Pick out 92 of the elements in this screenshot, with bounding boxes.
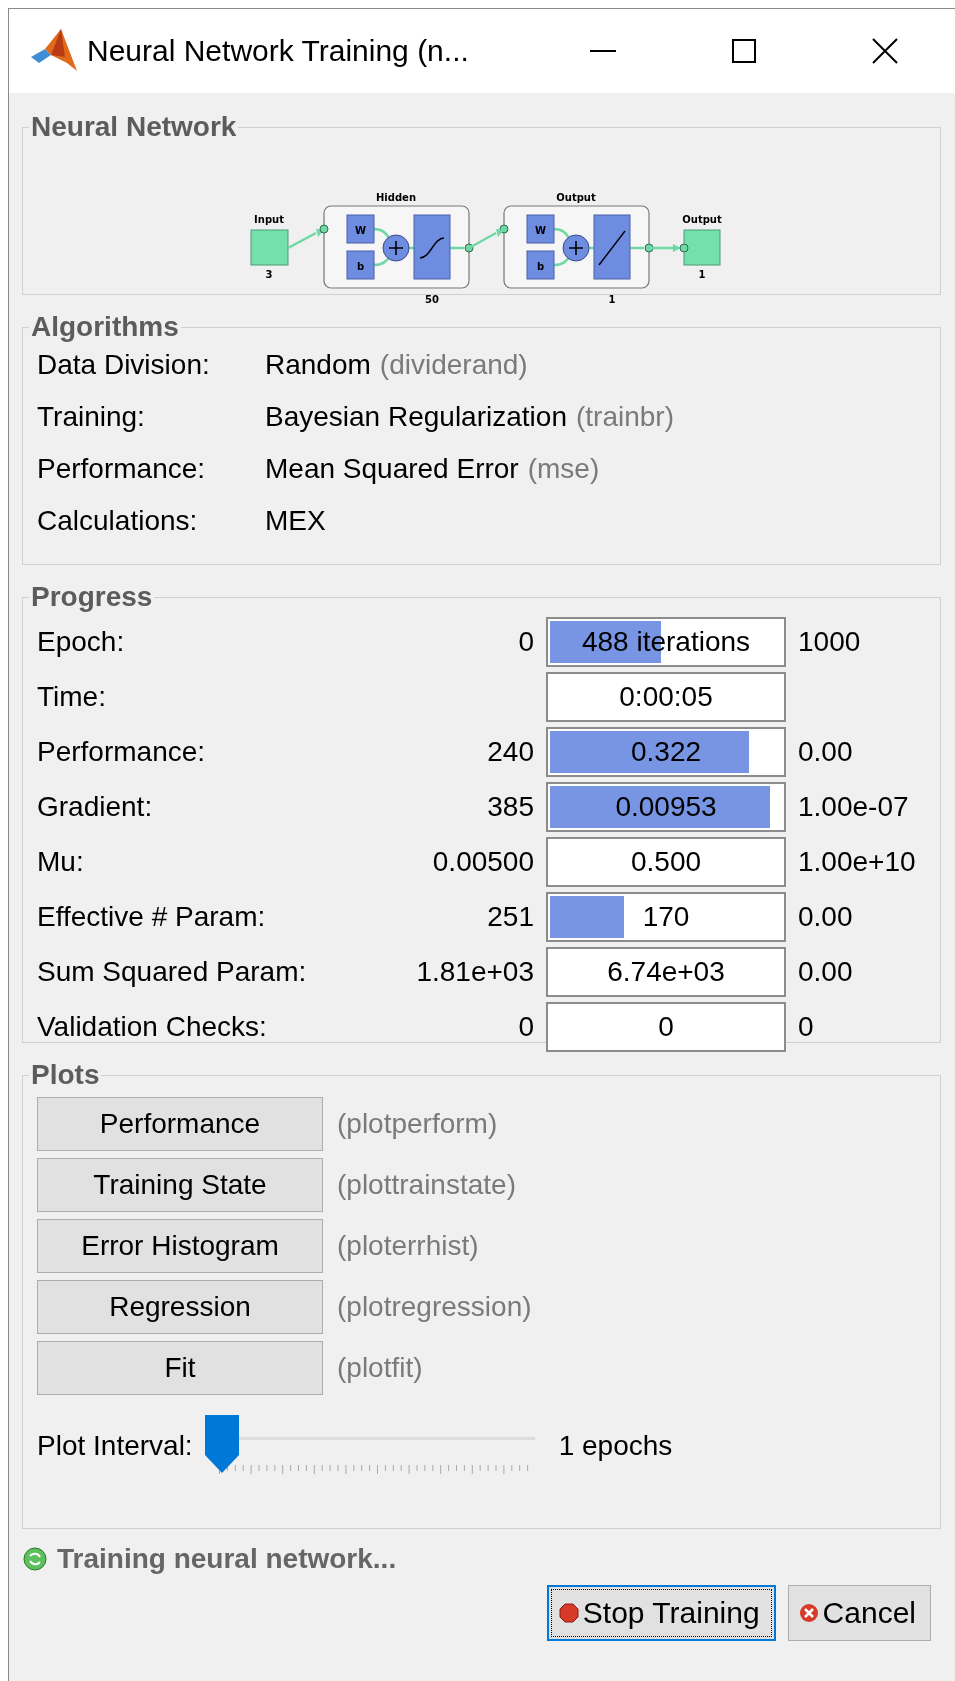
function-name: (ploterrhist): [337, 1230, 479, 1262]
progress-label: Time:: [37, 681, 107, 713]
layer-input-port: [499, 224, 508, 234]
field-value: Random: [265, 349, 371, 381]
section-heading: Neural Network: [30, 111, 238, 143]
plot-button[interactable]: Regression: [37, 1280, 323, 1334]
bias-label: b: [536, 261, 544, 272]
start-value: 0: [517, 626, 534, 658]
transfer-function-icon: [593, 214, 630, 280]
field-label: Training:: [37, 401, 146, 433]
progress-label: Epoch:: [37, 626, 126, 658]
current-value: 0.00953: [615, 791, 717, 823]
start-value: 385: [486, 791, 534, 823]
field-label: Performance:: [37, 453, 207, 485]
field-value: Mean Squared Error: [265, 453, 519, 485]
weight-box: [526, 214, 554, 244]
slider-reading: 1 epochs: [558, 1430, 673, 1462]
close-icon[interactable]: [871, 38, 898, 64]
start-value: 0.00500: [431, 846, 534, 878]
plot-button[interactable]: Fit: [37, 1341, 323, 1395]
slider-thumb[interactable]: [204, 1415, 239, 1473]
input-block: [250, 229, 288, 266]
field-value: Bayesian Regularization: [265, 401, 567, 433]
function-name: (dividerand): [379, 349, 528, 381]
layer-label: Output: [555, 192, 596, 203]
target-value: 0.00: [798, 901, 854, 933]
stop-training-button[interactable]: Stop Training: [546, 1585, 776, 1641]
transfer-function-icon: [413, 214, 450, 280]
window-title: Neural Network Training (n...: [87, 34, 469, 68]
start-value: 0: [517, 1011, 534, 1043]
weight-box: [346, 214, 374, 244]
current-value: 170: [642, 901, 690, 933]
sum-icon: [382, 234, 409, 262]
weight-label: W: [534, 225, 546, 236]
function-name: (plotfit): [337, 1352, 423, 1384]
cancel-icon: [798, 1603, 819, 1623]
output-block: [683, 229, 720, 266]
progress-label: Effective # Param:: [37, 901, 267, 933]
start-value: 251: [486, 901, 534, 933]
plot-button[interactable]: Error Histogram: [37, 1219, 323, 1273]
progress-label: Validation Checks:: [37, 1011, 268, 1043]
output-label: Output: [681, 214, 722, 225]
input-label: Input: [253, 214, 284, 225]
section-heading: Progress: [30, 581, 154, 613]
target-value: 1.00e+10: [798, 846, 917, 878]
target-value: 0: [798, 1011, 815, 1043]
section-heading: Plots: [30, 1059, 101, 1091]
output-port: [679, 243, 688, 253]
input-size: 3: [265, 269, 272, 280]
slider-label: Plot Interval:: [37, 1430, 193, 1462]
connector-arrow: [286, 229, 324, 250]
layer-output-port: [464, 243, 473, 253]
minimize-icon[interactable]: [589, 50, 616, 52]
section-heading: Algorithms: [30, 311, 180, 343]
plot-button[interactable]: Training State: [37, 1158, 323, 1212]
progress-label: Sum Squared Param:: [37, 956, 308, 988]
start-value: 1.81e+03: [415, 956, 534, 988]
weight-label: W: [354, 225, 366, 236]
function-name: (plottrainstate): [337, 1169, 516, 1201]
progress-label: Gradient:: [37, 791, 154, 823]
current-value: 488 iterations: [581, 626, 751, 658]
progress-label: Performance:: [37, 736, 207, 768]
maximize-icon[interactable]: [731, 39, 756, 63]
field-value: MEX: [265, 505, 326, 537]
field-label: Calculations:: [37, 505, 199, 537]
target-value: 0.00: [798, 736, 854, 768]
target-value: 1.00e-07: [798, 791, 910, 823]
layer-input-port: [319, 224, 328, 234]
layer-size: 50: [424, 294, 439, 305]
bias-box: [526, 250, 554, 280]
target-value: 0.00: [798, 956, 854, 988]
function-name: (plotregression): [337, 1291, 532, 1323]
target-value: 1000: [798, 626, 862, 658]
output-size: 1: [698, 269, 705, 280]
cancel-button[interactable]: Cancel: [787, 1585, 931, 1641]
bias-label: b: [356, 261, 364, 272]
field-label: Data Division:: [37, 349, 211, 381]
bias-box: [346, 250, 374, 280]
function-name: (plotperform): [337, 1108, 498, 1140]
start-value: 240: [486, 736, 534, 768]
plot-button[interactable]: Performance: [37, 1097, 323, 1151]
layer-label: Hidden: [375, 192, 416, 203]
current-value: 0.322: [630, 736, 702, 768]
progress-label: Mu:: [37, 846, 85, 878]
layer-output-port: [644, 243, 653, 253]
layer-size: 1: [608, 294, 615, 305]
stop-sign-icon: [558, 1603, 579, 1623]
function-name: (trainbr): [575, 401, 674, 433]
sum-icon: [562, 234, 589, 262]
status-message: Training neural network...: [57, 1543, 397, 1575]
recycle-icon: [23, 1547, 47, 1571]
function-name: (mse): [527, 453, 600, 485]
